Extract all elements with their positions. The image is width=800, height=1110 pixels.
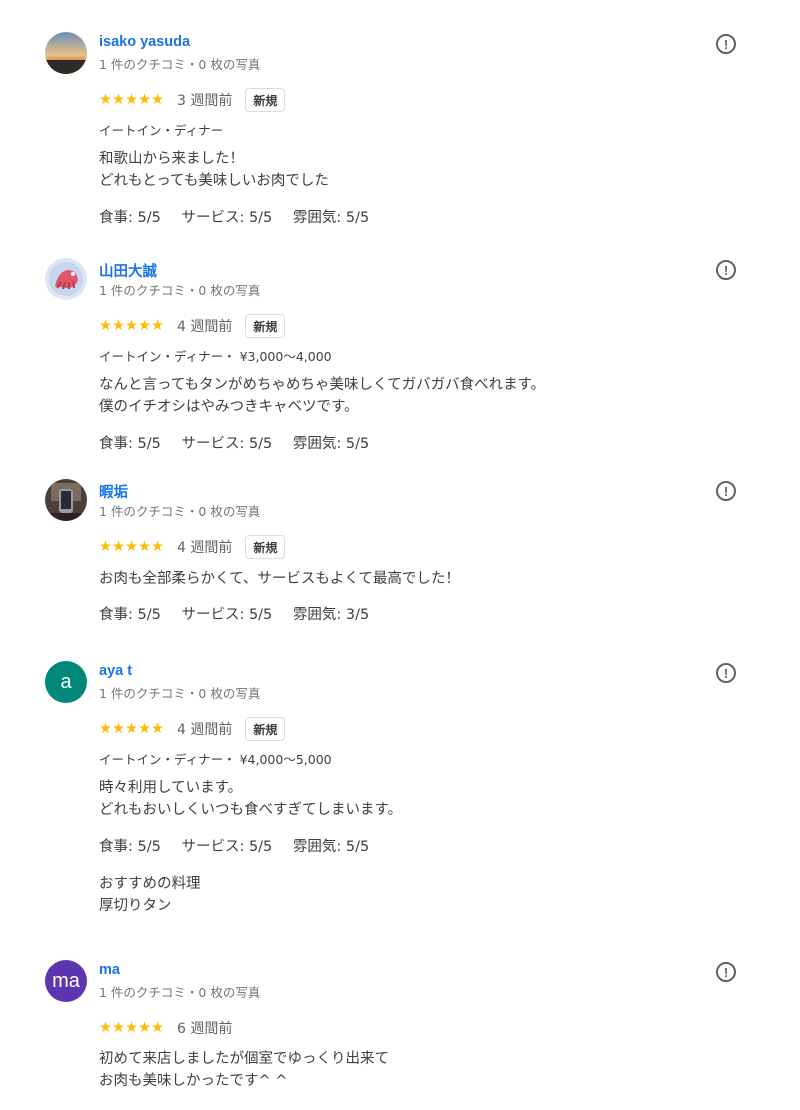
report-flag-icon[interactable]: !	[716, 481, 736, 501]
rating-row: ★★★★★ 3 週間前 新規	[99, 88, 286, 112]
report-flag-icon[interactable]: !	[716, 663, 736, 683]
review-text: お肉も全部柔らかくて、サービスもよくて最高でした！	[99, 571, 460, 587]
reviewer-avatar[interactable]	[45, 32, 87, 74]
rating-row: ★★★★★ 4 週間前 新規	[99, 535, 286, 559]
rating-row: ★★★★★ 6 週間前	[99, 1016, 232, 1040]
reviewer-avatar[interactable]	[45, 479, 87, 521]
review-time: 4 週間前	[177, 722, 233, 738]
review-text: なんと言ってもタンがめちゃめちゃ美味しくてガバガバ食べれます。 僕のイチオシはや…	[99, 377, 546, 415]
reviewer-meta: 1 件のクチコミ・0 枚の写真	[99, 504, 261, 519]
room-avatar-image	[45, 479, 87, 521]
new-badge: 新規	[245, 314, 286, 338]
food-score: 食事: 5/5	[99, 436, 161, 452]
sunset-avatar-image	[45, 32, 87, 74]
service-score: サービス: 5/5	[181, 607, 273, 623]
review-card: 山田大誠 1 件のクチコミ・0 枚の写真 ! ★★★★★ 4 週間前 新規 イー…	[0, 258, 800, 458]
review-card: ma ma 1 件のクチコミ・0 枚の写真 ! ★★★★★ 6 週間前 初めて来…	[0, 960, 800, 1100]
report-flag-icon[interactable]: !	[716, 962, 736, 982]
atmosphere-score: 雰囲気: 5/5	[292, 436, 370, 452]
food-score: 食事: 5/5	[99, 210, 161, 226]
service-score: サービス: 5/5	[181, 436, 273, 452]
review-time: 6 週間前	[177, 1021, 233, 1037]
recommended-dish-value: 厚切りタン	[99, 898, 172, 914]
review-text: 和歌山から来ました！ どれもとっても美味しいお肉でした	[99, 151, 329, 189]
service-info: イートイン・ディナー・ ¥4,000〜5,000	[99, 752, 332, 767]
report-flag-icon[interactable]: !	[716, 260, 736, 280]
star-rating: ★★★★★	[99, 1020, 164, 1036]
rating-row: ★★★★★ 4 週間前 新規	[99, 314, 286, 338]
review-card: 暇垢 1 件のクチコミ・0 枚の写真 ! ★★★★★ 4 週間前 新規 お肉も全…	[0, 479, 800, 629]
atmosphere-score: 雰囲気: 5/5	[292, 839, 370, 855]
star-rating: ★★★★★	[99, 318, 164, 334]
star-rating: ★★★★★	[99, 539, 164, 555]
reviewer-meta: 1 件のクチコミ・0 枚の写真	[99, 985, 261, 1000]
review-scores: 食事: 5/5 サービス: 5/5 雰囲気: 5/5	[99, 432, 385, 453]
service-score: サービス: 5/5	[181, 210, 273, 226]
reviewer-avatar[interactable]	[45, 258, 87, 300]
new-badge: 新規	[245, 717, 286, 741]
review-text: 時々利用しています。 どれもおいしくいつも食べすぎてしまいます。	[99, 780, 403, 818]
recommended-dish-label: おすすめの料理	[99, 876, 201, 892]
new-badge: 新規	[245, 88, 286, 112]
service-info: イートイン・ディナー	[99, 123, 224, 138]
food-score: 食事: 5/5	[99, 607, 161, 623]
review-scores: 食事: 5/5 サービス: 5/5 雰囲気: 5/5	[99, 835, 385, 856]
reviewer-meta: 1 件のクチコミ・0 枚の写真	[99, 57, 261, 72]
review-time: 3 週間前	[177, 93, 233, 109]
reviewer-name[interactable]: isako yasuda	[99, 34, 190, 50]
review-card: isako yasuda 1 件のクチコミ・0 枚の写真 ! ★★★★★ 3 週…	[0, 32, 800, 232]
reviewer-name[interactable]: aya t	[99, 663, 132, 679]
review-scores: 食事: 5/5 サービス: 5/5 雰囲気: 3/5	[99, 603, 385, 624]
avatar-letter: a	[60, 670, 72, 693]
reviewer-avatar[interactable]: a	[45, 661, 87, 703]
reviewer-avatar[interactable]: ma	[45, 960, 87, 1002]
reviewer-name[interactable]: 暇垢	[99, 481, 128, 502]
star-rating: ★★★★★	[99, 92, 164, 108]
reviewer-name[interactable]: 山田大誠	[99, 260, 157, 281]
service-score: サービス: 5/5	[181, 839, 273, 855]
reviewer-meta: 1 件のクチコミ・0 枚の写真	[99, 283, 261, 298]
service-info: イートイン・ディナー・ ¥3,000〜4,000	[99, 349, 332, 364]
report-flag-icon[interactable]: !	[716, 34, 736, 54]
atmosphere-score: 雰囲気: 5/5	[292, 210, 370, 226]
review-card: a aya t 1 件のクチコミ・0 枚の写真 ! ★★★★★ 4 週間前 新規…	[0, 661, 800, 921]
new-badge: 新規	[245, 535, 286, 559]
rating-row: ★★★★★ 4 週間前 新規	[99, 717, 286, 741]
reviewer-name[interactable]: ma	[99, 962, 120, 978]
food-score: 食事: 5/5	[99, 839, 161, 855]
review-text: 初めて来店しましたが個室でゆっくり出来て お肉も美味しかったです^ ^	[99, 1051, 389, 1089]
review-time: 4 週間前	[177, 319, 233, 335]
review-scores: 食事: 5/5 サービス: 5/5 雰囲気: 5/5	[99, 206, 385, 227]
star-rating: ★★★★★	[99, 721, 164, 737]
avatar-letter: ma	[52, 969, 80, 992]
review-time: 4 週間前	[177, 540, 233, 556]
reviewer-meta: 1 件のクチコミ・0 枚の写真	[99, 686, 261, 701]
atmosphere-score: 雰囲気: 3/5	[292, 607, 370, 623]
illustration-avatar-image	[45, 258, 87, 300]
